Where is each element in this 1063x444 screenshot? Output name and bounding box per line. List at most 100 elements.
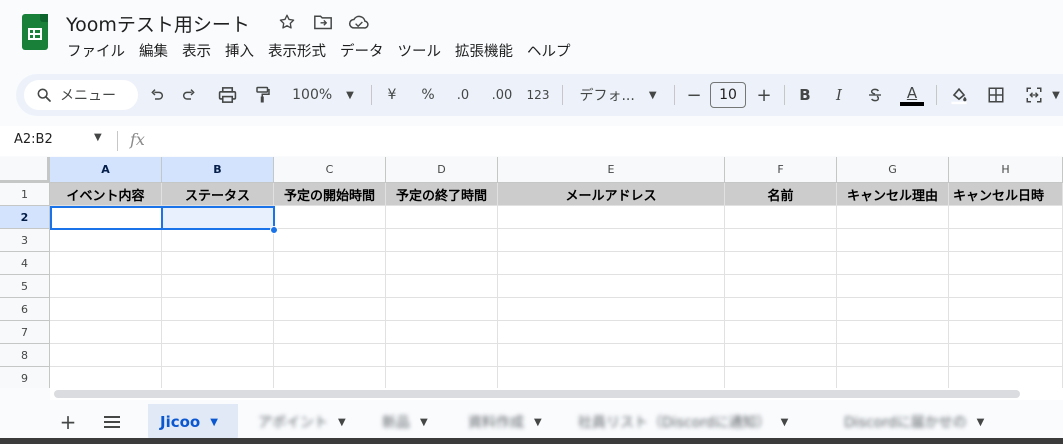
cell-c5[interactable] [274, 275, 386, 298]
cell-e2[interactable] [498, 206, 725, 229]
row-header-8[interactable]: 8 [0, 344, 50, 367]
cell-a2[interactable] [50, 206, 162, 229]
header-cell-b1[interactable]: ステータス [162, 183, 274, 206]
cell-c2[interactable] [274, 206, 386, 229]
undo-icon[interactable] [144, 74, 170, 116]
cell-g2[interactable] [837, 206, 949, 229]
menu-view[interactable]: 表示 [175, 42, 218, 62]
row-header-7[interactable]: 7 [0, 321, 50, 344]
borders-icon[interactable] [982, 74, 1010, 116]
fill-handle[interactable] [270, 226, 278, 234]
cell-e6[interactable] [498, 298, 725, 321]
cell-b7[interactable] [162, 321, 274, 344]
menu-insert[interactable]: 挿入 [218, 42, 261, 62]
cell-b6[interactable] [162, 298, 274, 321]
strikethrough-icon[interactable] [862, 74, 888, 116]
cell-b9[interactable] [162, 367, 274, 388]
fill-color-icon[interactable] [944, 74, 974, 116]
row-header-1[interactable]: 1 [0, 183, 50, 206]
cell-a9[interactable] [50, 367, 162, 388]
cell-f8[interactable] [725, 344, 837, 367]
cell-g7[interactable] [837, 321, 949, 344]
cell-d8[interactable] [386, 344, 498, 367]
cell-e7[interactable] [498, 321, 725, 344]
cell-d6[interactable] [386, 298, 498, 321]
header-cell-a1[interactable]: イベント内容 [50, 183, 162, 206]
cell-e9[interactable] [498, 367, 725, 388]
cell-f9[interactable] [725, 367, 837, 388]
cell-h4[interactable] [949, 252, 1063, 275]
text-color-button[interactable]: A [898, 74, 926, 116]
column-header-f[interactable]: F [725, 157, 837, 183]
row-header-4[interactable]: 4 [0, 252, 50, 275]
cell-f7[interactable] [725, 321, 837, 344]
increase-font-size-button[interactable]: + [752, 74, 776, 116]
cell-f3[interactable] [725, 229, 837, 252]
cell-e4[interactable] [498, 252, 725, 275]
cell-b5[interactable] [162, 275, 274, 298]
sheets-logo-icon[interactable] [22, 14, 48, 50]
sheet-tab[interactable]: Discordに届かせの ▼ [832, 404, 1032, 440]
menu-data[interactable]: データ [333, 42, 391, 62]
row-header-2[interactable]: 2 [0, 206, 50, 229]
star-icon[interactable] [276, 11, 298, 33]
column-header-e[interactable]: E [498, 157, 725, 183]
cell-d5[interactable] [386, 275, 498, 298]
row-header-9[interactable]: 9 [0, 367, 50, 388]
cell-c9[interactable] [274, 367, 386, 388]
cell-d2[interactable] [386, 206, 498, 229]
row-header-6[interactable]: 6 [0, 298, 50, 321]
column-header-b[interactable]: B [162, 157, 274, 183]
font-select[interactable]: デフォ... ▼ [572, 74, 664, 116]
cell-a5[interactable] [50, 275, 162, 298]
number-format-button[interactable]: 123 [522, 74, 554, 116]
selected-cell-b2[interactable] [162, 206, 274, 229]
sheet-tab[interactable]: アポイント ▼ [246, 404, 362, 440]
cell-g8[interactable] [837, 344, 949, 367]
cell-c3[interactable] [274, 229, 386, 252]
cell-d7[interactable] [386, 321, 498, 344]
currency-format-button[interactable]: ¥ [378, 74, 406, 116]
column-header-a[interactable]: A [50, 157, 162, 183]
select-all-corner[interactable] [0, 157, 50, 183]
cell-h5[interactable] [949, 275, 1063, 298]
row-header-3[interactable]: 3 [0, 229, 50, 252]
name-box[interactable]: A2:B2 [14, 132, 53, 147]
cell-a3[interactable] [50, 229, 162, 252]
header-cell-h1[interactable]: キャンセル日時 [949, 183, 1063, 206]
cell-c6[interactable] [274, 298, 386, 321]
cell-e5[interactable] [498, 275, 725, 298]
cell-a7[interactable] [50, 321, 162, 344]
increase-decimal-button[interactable]: .00 [484, 74, 520, 116]
menu-search[interactable]: メニュー [24, 80, 138, 110]
move-folder-icon[interactable] [312, 11, 334, 33]
menu-file[interactable]: ファイル [60, 42, 132, 62]
cell-d9[interactable] [386, 367, 498, 388]
cell-e3[interactable] [498, 229, 725, 252]
italic-button[interactable]: I [826, 74, 852, 116]
cell-d4[interactable] [386, 252, 498, 275]
menu-edit[interactable]: 編集 [132, 42, 175, 62]
paint-format-icon[interactable] [248, 74, 278, 116]
zoom-select[interactable]: 100% ▼ [284, 74, 362, 116]
menu-extensions[interactable]: 拡張機能 [448, 42, 520, 62]
merge-cells-icon[interactable] [1018, 74, 1050, 116]
cell-g3[interactable] [837, 229, 949, 252]
chevron-down-icon[interactable]: ▼ [94, 132, 102, 143]
cell-g9[interactable] [837, 367, 949, 388]
header-cell-e1[interactable]: メールアドレス [498, 183, 725, 206]
cell-h6[interactable] [949, 298, 1063, 321]
font-size-input[interactable]: 10 [710, 82, 746, 108]
decrease-decimal-button[interactable]: .0 [448, 74, 478, 116]
cell-h3[interactable] [949, 229, 1063, 252]
cell-b8[interactable] [162, 344, 274, 367]
row-header-5[interactable]: 5 [0, 275, 50, 298]
horizontal-scrollbar[interactable] [54, 390, 1020, 398]
menu-format[interactable]: 表示形式 [261, 42, 333, 62]
percent-format-button[interactable]: % [414, 74, 442, 116]
cell-c7[interactable] [274, 321, 386, 344]
column-header-g[interactable]: G [837, 157, 949, 183]
sheet-tab[interactable]: 新品 ▼ [370, 404, 446, 440]
cell-f4[interactable] [725, 252, 837, 275]
cell-a4[interactable] [50, 252, 162, 275]
